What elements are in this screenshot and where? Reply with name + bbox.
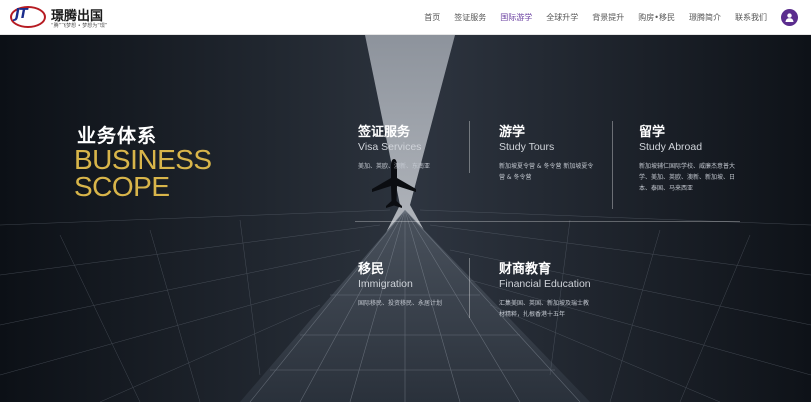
brand-logo[interactable]: JT 璟腾出国 “腾”飞梦想 • 梦想为“璟” (10, 4, 115, 31)
service-financial-education[interactable]: 财商教育 Financial Education 汇集美国、英国、新加坡及瑞士教… (499, 258, 594, 320)
service-visa[interactable]: 签证服务 Visa Services 美加、英欧、澳新、东南亚 (358, 121, 463, 172)
service-abroad-desc: 新加坡辅仁国际学校、威廉杰意普大学、美加、英欧、澳新、新加坡、日本、泰国、马来西… (639, 163, 736, 192)
section-subtitle: BUSINESS SCOPE (74, 144, 212, 202)
service-education-desc: 汇集美国、英国、新加坡及瑞士教材精粹，扎根香港十五年 (499, 300, 590, 318)
nav-item-home[interactable]: 首页 (424, 12, 440, 23)
service-tours-subtitle: Study Tours (499, 141, 555, 153)
nav-item-global-admission[interactable]: 全球升学 (546, 12, 578, 23)
nav-item-visa[interactable]: 签证服务 (454, 12, 486, 23)
section-subtitle-line2: SCOPE (74, 171, 170, 202)
service-immigration-desc: 国际移民、投资移民、永居计划 (358, 300, 443, 307)
service-visa-desc: 美加、英欧、澳新、东南亚 (358, 163, 431, 170)
user-icon[interactable] (781, 9, 798, 26)
nav-item-study-tours[interactable]: 国际游学 (500, 12, 532, 23)
nav-item-contact[interactable]: 联系我们 (735, 12, 767, 23)
service-tours-desc: 新加坡夏令营 & 冬令营 新加坡夏令营 & 冬令营 (499, 163, 594, 181)
service-immigration[interactable]: 移民 Immigration 国际移民、投资移民、永居计划 (358, 258, 463, 309)
service-abroad-title: 留学 (639, 125, 666, 140)
divider-vertical-2 (612, 121, 613, 209)
service-immigration-subtitle: Immigration (358, 278, 413, 290)
service-education-subtitle: Financial Education (499, 278, 591, 290)
service-study-tours[interactable]: 游学 Study Tours 新加坡夏令营 & 冬令营 新加坡夏令营 & 冬令营 (499, 121, 599, 183)
grid-divider-horizontal (355, 221, 740, 222)
site-header: JT 璟腾出国 “腾”飞梦想 • 梦想为“璟” 首页 签证服务 国际游学 全球升… (0, 0, 811, 35)
service-immigration-title: 移民 (358, 262, 385, 277)
divider-vertical-3 (469, 258, 470, 318)
nav-item-about[interactable]: 璟腾简介 (689, 12, 721, 23)
service-tours-title: 游学 (499, 125, 526, 140)
logo-letters: JT (15, 7, 28, 22)
nav-item-property-immigration[interactable]: 购房•移民 (638, 12, 675, 23)
brand-slogan: “腾”飞梦想 • 梦想为“璟” (51, 23, 108, 29)
divider-vertical-1 (469, 121, 470, 173)
hero-section (0, 35, 811, 402)
service-education-title: 财商教育 (499, 262, 552, 277)
nav-item-background[interactable]: 背景提升 (592, 12, 624, 23)
main-nav: 首页 签证服务 国际游学 全球升学 背景提升 购房•移民 璟腾简介 联系我们 (410, 0, 811, 35)
service-visa-subtitle: Visa Services (358, 141, 422, 153)
skyscraper-background (0, 35, 811, 402)
section-subtitle-line1: BUSINESS (74, 144, 212, 175)
service-study-abroad[interactable]: 留学 Study Abroad 新加坡辅仁国际学校、威廉杰意普大学、美加、英欧、… (639, 121, 739, 194)
service-visa-title: 签证服务 (358, 125, 411, 140)
service-abroad-subtitle: Study Abroad (639, 141, 703, 153)
